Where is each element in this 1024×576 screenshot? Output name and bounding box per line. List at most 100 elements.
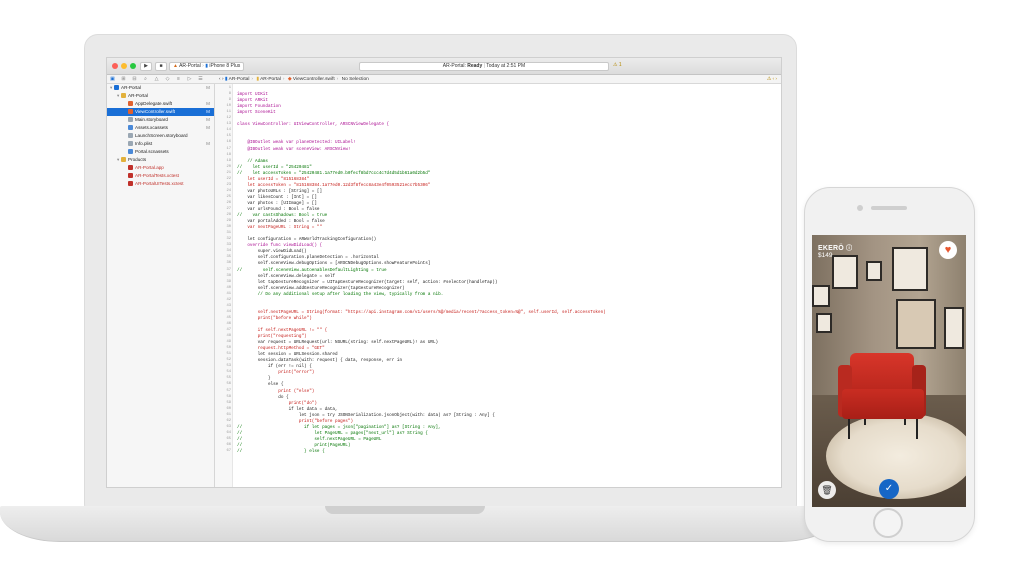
code-line: } <box>237 376 271 382</box>
code-line: @IBOutlet weak var planeDetected: UILabe… <box>237 140 356 146</box>
stop-button[interactable]: ■ <box>155 62 167 71</box>
report-icon[interactable]: ☰ <box>195 75 206 84</box>
navigator-item[interactable]: ▾ AR-Portal M <box>107 84 214 92</box>
product-price: $149 <box>818 252 833 259</box>
armchair-seat[interactable] <box>842 389 924 419</box>
code-line: import UIKit <box>237 92 268 98</box>
code-line: let session = URLSession.shared <box>237 352 338 358</box>
line-number: 26 <box>226 200 231 205</box>
product-name: EKERÖ <box>818 245 844 252</box>
navigator-item-label: AppDelegate.swift <box>135 101 173 106</box>
code-line: let userId = "815168384" <box>237 176 310 182</box>
navigator-item[interactable]: Info.plist M <box>107 140 214 148</box>
navigator-item[interactable]: Portal.scnassets <box>107 148 214 156</box>
code-line: // Do any additional setup after loading… <box>237 291 444 297</box>
navigator-item-label: AR-PortalUITests.xctest <box>135 181 184 186</box>
ar-view[interactable]: EKERÖ ⓘ $149 ♥ 🗑 ✓ <box>812 235 966 507</box>
line-number: 61 <box>226 412 231 417</box>
warning-icon: ⚠ <box>613 62 618 68</box>
line-number: 36 <box>226 261 231 266</box>
scheme-selector[interactable]: ▲ AR-Portal › ▮ iPhone 8 Plus <box>169 62 245 71</box>
line-number: 8 <box>228 92 231 97</box>
line-number: 41 <box>226 291 231 296</box>
run-button[interactable]: ▶ <box>140 62 152 71</box>
code-line: var request = URLRequest(url: NSURL(stri… <box>237 340 439 346</box>
line-number: 46 <box>226 321 231 326</box>
line-number: 10 <box>226 104 231 109</box>
delete-button[interactable]: 🗑 <box>818 481 836 499</box>
code-line: var likesCount : [Int] = [] <box>237 194 317 200</box>
navigator-item[interactable]: AR-PortalTests.xctest <box>107 172 214 180</box>
code-line: class ViewController: UIViewController, … <box>237 122 390 128</box>
code-line: // self.nextPageURL = PageURL <box>237 436 382 442</box>
file-icon <box>128 141 133 146</box>
jump-folder[interactable]: AR-Portal <box>260 77 281 82</box>
test-icon[interactable]: ◇ <box>162 75 173 84</box>
swift-file-icon: ◆ <box>287 77 292 82</box>
navigator-item[interactable]: AR-PortalUITests.xctest <box>107 180 214 188</box>
code-line: super.viewDidLoad() <box>237 249 307 255</box>
scheme-label: AR-Portal <box>179 63 201 69</box>
home-button[interactable] <box>873 508 903 538</box>
code-line: // let PageURL = pages["next_url"] as? S… <box>237 430 428 436</box>
line-number: 19 <box>226 158 231 163</box>
laptop-notch <box>325 506 485 514</box>
confirm-button[interactable]: ✓ <box>879 479 899 499</box>
code-line: var urlsFound : Bool = false <box>237 207 320 212</box>
breakpoint-icon[interactable]: ▷ <box>184 75 195 84</box>
line-number: 21 <box>226 170 231 175</box>
code-line: print("before pages") <box>237 418 354 424</box>
line-number: 55 <box>226 376 231 381</box>
navigator-item[interactable]: Main.storyboard M <box>107 116 214 124</box>
code-line: // let accessToken = "25420481.1a77ed0.b… <box>237 170 431 176</box>
device-label: iPhone 8 Plus <box>209 63 241 69</box>
code-line: print("error") <box>237 370 315 376</box>
line-number: 57 <box>226 388 231 393</box>
navigator-item[interactable]: ▾ AR-Portal <box>107 92 214 100</box>
forward-icon[interactable]: › <box>222 77 224 82</box>
info-icon[interactable]: ⓘ <box>846 246 852 252</box>
scm-status: M <box>206 141 210 146</box>
source-control-icon[interactable]: ⊞ <box>118 75 129 84</box>
zoom-window-button[interactable] <box>130 63 136 69</box>
scm-status: M <box>206 85 210 90</box>
navigator-item-label: Portal.scnassets <box>135 149 169 154</box>
related-items-warning-icon[interactable]: ⚠ ‹ › <box>767 75 777 84</box>
line-number: 59 <box>226 400 231 405</box>
back-icon[interactable]: ‹ <box>219 77 221 82</box>
find-icon[interactable]: ⌕ <box>140 75 151 84</box>
line-number: 22 <box>226 176 231 181</box>
file-icon <box>121 157 126 162</box>
line-number: 18 <box>226 152 231 157</box>
folder-icon[interactable]: ▣ <box>107 75 118 84</box>
source-editor[interactable]: 1 8 import UIKit 9 import ARKit 10 import Foun… <box>215 84 781 487</box>
debug-icon[interactable]: ≡ <box>173 75 184 84</box>
navigator-item[interactable]: Assets.xcassets M <box>107 124 214 132</box>
line-number: 51 <box>226 352 231 357</box>
code-line: if self.nextPageURL != "" { <box>237 328 328 333</box>
chair-leg <box>848 417 850 439</box>
symbol-icon[interactable]: ⊟ <box>129 75 140 84</box>
line-number: 12 <box>226 116 231 121</box>
navigator-item[interactable]: ViewController.swift M <box>107 108 214 116</box>
file-icon <box>128 109 133 114</box>
minimize-window-button[interactable] <box>121 63 127 69</box>
issue-icon[interactable]: △ <box>151 75 162 84</box>
code-line: if let data = data, <box>237 406 338 412</box>
favorite-button[interactable]: ♥ <box>939 241 957 259</box>
jump-file[interactable]: ViewController.swift <box>293 77 335 82</box>
jump-selection[interactable]: No Selection <box>342 77 369 82</box>
navigator-item[interactable]: AppDelegate.swift M <box>107 100 214 108</box>
navigator-item[interactable]: ▾ Products <box>107 156 214 164</box>
close-window-button[interactable] <box>112 63 118 69</box>
warning-indicator[interactable]: ⚠ 1 <box>613 62 622 68</box>
phone-speaker <box>871 206 907 210</box>
line-number: 39 <box>226 279 231 284</box>
line-number: 13 <box>226 122 231 127</box>
code-line: print ("else") <box>237 388 315 394</box>
navigator-item[interactable]: AR-Portal.app <box>107 164 214 172</box>
jump-project[interactable]: AR-Portal <box>229 77 250 82</box>
line-number: 28 <box>226 213 231 218</box>
navigator-item[interactable]: LaunchScreen.storyboard <box>107 132 214 140</box>
line-number: 24 <box>226 188 231 193</box>
